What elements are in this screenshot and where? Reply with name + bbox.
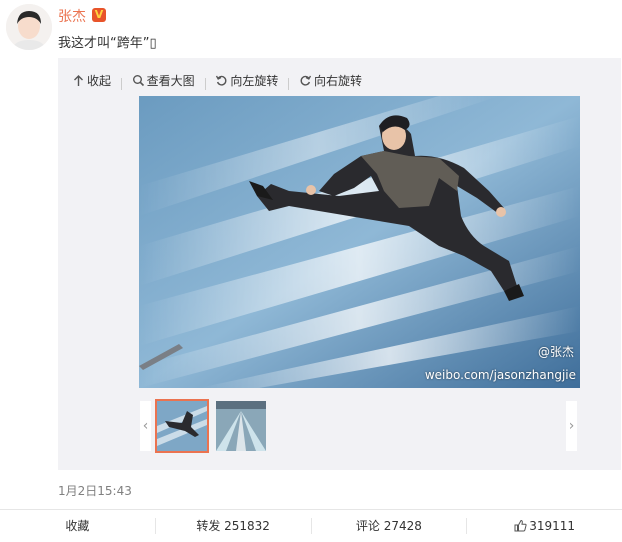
collapse-button[interactable]: 收起 (72, 72, 111, 89)
post-text: 我这才叫“跨年”▯ (58, 36, 157, 51)
thumbnail-1[interactable] (155, 399, 209, 453)
like-button[interactable]: 319111 (467, 518, 622, 534)
view-large-label: 查看大图 (146, 74, 195, 88)
rotate-right-button[interactable]: 向右旋转 (299, 72, 362, 89)
repost-button[interactable]: 转发 251832 (156, 518, 312, 534)
favorite-button[interactable]: 收藏 (0, 518, 156, 534)
collapse-label: 收起 (87, 74, 112, 88)
thumbs-up-icon (514, 519, 527, 532)
repost-label: 转发 251832 (196, 519, 270, 533)
thumbnail-2[interactable] (216, 401, 266, 451)
rotate-left-button[interactable]: 向左旋转 (215, 72, 278, 89)
post-timestamp[interactable]: 1月2日15:43 (58, 482, 132, 499)
watermark-handle: @张杰 (537, 345, 574, 359)
main-photo[interactable]: @张杰 weibo.com/jasonzhangjie (139, 96, 580, 388)
magnifier-icon (132, 75, 144, 87)
view-large-button[interactable]: 查看大图 (132, 72, 195, 89)
toolbar-divider (288, 77, 290, 90)
toolbar-divider (120, 77, 122, 90)
thumbnail-prev-button[interactable]: ‹ (140, 401, 151, 451)
action-bar: 收藏 转发 251832 评论 27428 319111 (0, 509, 622, 542)
toolbar-divider (204, 77, 206, 90)
media-expanded-panel: 收起 查看大图 向左旋转 向右旋转 @张杰 weibo.com/jasonzha… (58, 58, 621, 470)
like-count: 319111 (529, 519, 576, 533)
rotate-right-label: 向右旋转 (314, 74, 363, 88)
comment-button[interactable]: 评论 27428 (312, 518, 468, 534)
collapse-up-icon (74, 75, 83, 86)
author-name[interactable]: 张杰 (58, 6, 86, 26)
watermark-url: weibo.com/jasonzhangjie (424, 368, 576, 382)
media-toolbar: 收起 查看大图 向左旋转 向右旋转 (72, 72, 368, 90)
rotate-left-label: 向左旋转 (230, 74, 279, 88)
verified-badge-icon: V (92, 8, 106, 22)
favorite-label: 收藏 (65, 519, 90, 533)
rotate-left-icon (216, 75, 227, 86)
avatar[interactable] (6, 4, 52, 50)
comment-label: 评论 27428 (355, 519, 422, 533)
thumbnail-next-button[interactable]: › (566, 401, 577, 451)
rotate-right-icon (300, 75, 312, 86)
